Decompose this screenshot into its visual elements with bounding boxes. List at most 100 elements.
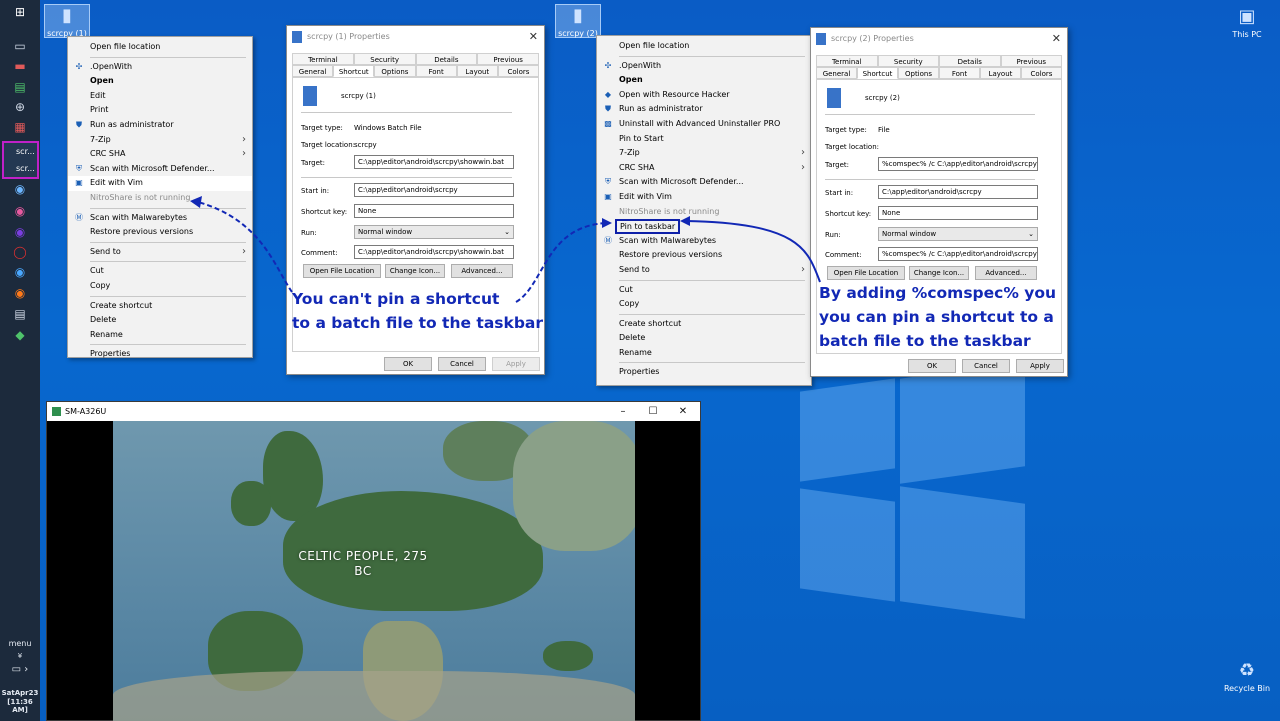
target-field[interactable]: C:\app\editor\android\scrcpy\showwin.bat [354, 155, 514, 169]
tray-icons[interactable]: ▭ › [0, 664, 40, 675]
tab-colors[interactable]: Colors [497, 65, 540, 77]
taskbar-menu-label[interactable]: menu [0, 639, 40, 648]
menu-item-restore-previous-versions[interactable]: Restore previous versions [68, 225, 252, 240]
comment-field[interactable]: C:\app\editor\android\scrcpy\showwin.bat [354, 245, 514, 259]
menu-item-run-as-administrator[interactable]: ⛊ Run as administrator [68, 118, 252, 133]
run-select[interactable]: Normal window ⌄ [878, 227, 1038, 241]
tab-font[interactable]: Font [415, 65, 457, 77]
ok-button[interactable]: OK [908, 359, 956, 373]
menu-item-send-to[interactable]: Send to › [597, 263, 811, 278]
menu-item-cut[interactable]: Cut [68, 264, 252, 279]
cancel-button[interactable]: Cancel [438, 357, 486, 371]
app-icon[interactable]: ◉ [11, 264, 29, 280]
close-icon[interactable]: ✕ [1052, 28, 1061, 50]
tab-security[interactable]: Security [877, 55, 939, 67]
menu-item-pin-to-start[interactable]: Pin to Start [597, 132, 811, 147]
apply-button[interactable]: Apply [492, 357, 540, 371]
menu-item-run-as-administrator[interactable]: ⛊ Run as administrator [597, 102, 811, 117]
tab-details[interactable]: Details [415, 53, 478, 65]
menu-item-rename[interactable]: Rename [597, 346, 811, 361]
tab-shortcut[interactable]: Shortcut [857, 67, 898, 79]
cancel-button[interactable]: Cancel [962, 359, 1010, 373]
menu-item-create-shortcut[interactable]: Create shortcut [597, 317, 811, 332]
menu-item-scan-with-microsoft-defender[interactable]: ⛨ Scan with Microsoft Defender... [597, 175, 811, 190]
tab-previous-versions[interactable]: Previous Versions [1000, 55, 1062, 78]
desktop-icon-scrcpy-2[interactable]: ▮ scrcpy (2) [555, 4, 601, 38]
open-file-location-button[interactable]: Open File Location [827, 266, 905, 280]
app-icon[interactable]: ◆ [11, 327, 29, 343]
menu-item-7-zip[interactable]: 7-Zip › [597, 146, 811, 161]
menu-item-scan-with-malwarebytes[interactable]: Ⓜ Scan with Malwarebytes [68, 211, 252, 226]
clock-date[interactable]: SatApr23 [0, 689, 40, 697]
menu-item-copy[interactable]: Copy [68, 279, 252, 294]
firefox-icon[interactable]: ◉ [11, 285, 29, 301]
clock-time[interactable]: [11:36 AM] [0, 698, 40, 714]
menu-item-edit-with-vim[interactable]: ▣ Edit with Vim [597, 190, 811, 205]
close-icon[interactable]: ✕ [668, 402, 698, 421]
open-file-location-button[interactable]: Open File Location [303, 264, 381, 278]
menu-item-openwith[interactable]: ✣ .OpenWith [68, 60, 252, 75]
menu-item-open-with-resource-hacker[interactable]: ◆ Open with Resource Hacker [597, 88, 811, 103]
taskbar-scrcpy-group[interactable]: scr... scr... [2, 141, 39, 179]
ok-button[interactable]: OK [384, 357, 432, 371]
app-icon[interactable]: ▬ [11, 58, 29, 74]
maximize-icon[interactable]: ☐ [638, 402, 668, 421]
app-icon[interactable]: ◉ [11, 224, 29, 240]
desktop-icon-recycle-bin[interactable]: ♻ Recycle Bin [1222, 660, 1272, 694]
menu-item-properties[interactable]: Properties [597, 365, 811, 380]
menu-item-create-shortcut[interactable]: Create shortcut [68, 299, 252, 314]
menu-item-scan-with-microsoft-defender[interactable]: ⛨ Scan with Microsoft Defender... [68, 162, 252, 177]
taskbar-item-scrcpy-2[interactable]: scr... [4, 160, 37, 177]
menu-item-print[interactable]: Print [68, 103, 252, 118]
run-select[interactable]: Normal window ⌄ [354, 225, 514, 239]
menu-item-open-file-location[interactable]: Open file location [597, 39, 811, 54]
tab-general[interactable]: General [816, 67, 857, 79]
menu-item-rename[interactable]: Rename [68, 328, 252, 343]
menu-item-properties[interactable]: Properties [68, 347, 252, 362]
desktop-icon-this-pc[interactable]: ▣ This PC [1224, 6, 1270, 40]
menu-item-cut[interactable]: Cut [597, 283, 811, 298]
app-icon[interactable]: ▦ [11, 119, 29, 135]
tab-security[interactable]: Security [353, 53, 416, 65]
menu-item-7-zip[interactable]: 7-Zip › [68, 133, 252, 148]
tab-font[interactable]: Font [939, 67, 980, 79]
chevron-down-icon[interactable]: ¥ [0, 652, 40, 660]
minimize-icon[interactable]: – [608, 402, 638, 421]
menu-item-delete[interactable]: Delete [68, 313, 252, 328]
menu-item-edit-with-vim[interactable]: ▣ Edit with Vim [68, 176, 252, 191]
tab-layout[interactable]: Layout [456, 65, 498, 77]
menu-item-crc-sha[interactable]: CRC SHA › [597, 161, 811, 176]
tab-terminal[interactable]: Terminal [816, 55, 878, 67]
window-icon[interactable]: ▭ [11, 38, 29, 54]
menu-item-scan-with-malwarebytes[interactable]: Ⓜ Scan with Malwarebytes [597, 234, 811, 249]
menu-item-restore-previous-versions[interactable]: Restore previous versions [597, 248, 811, 263]
tab-general[interactable]: General [292, 65, 334, 77]
tab-shortcut[interactable]: Shortcut [333, 65, 375, 77]
start-icon[interactable]: ⊞ [11, 4, 29, 20]
menu-item-pin-to-taskbar[interactable]: Pin to taskbar [597, 219, 811, 235]
advanced-button[interactable]: Advanced... [451, 264, 513, 278]
start-in-field[interactable]: C:\app\editor\android\scrcpy [878, 185, 1038, 199]
tab-terminal[interactable]: Terminal [292, 53, 354, 65]
advanced-button[interactable]: Advanced... [975, 266, 1037, 280]
menu-item-copy[interactable]: Copy [597, 297, 811, 312]
menu-item-delete[interactable]: Delete [597, 331, 811, 346]
apply-button[interactable]: Apply [1016, 359, 1064, 373]
tab-previous-versions[interactable]: Previous Versions [477, 53, 539, 76]
menu-item-open-file-location[interactable]: Open file location [68, 40, 252, 55]
menu-item-uninstall-with-advanced-uninstaller-pro[interactable]: ▩ Uninstall with Advanced Uninstaller PRO [597, 117, 811, 132]
desktop-icon-scrcpy-1[interactable]: ▮ scrcpy (1) [44, 4, 90, 38]
comment-field[interactable]: %comspec% /c C:\app\editor\android\scrcp… [878, 247, 1038, 261]
app-icon[interactable]: ◉ [11, 203, 29, 219]
app-icon[interactable]: ⊕ [11, 99, 29, 115]
opera-icon[interactable]: ◯ [11, 244, 29, 260]
menu-item-edit[interactable]: Edit [68, 89, 252, 104]
menu-item-send-to[interactable]: Send to › [68, 245, 252, 260]
europe-map-video[interactable]: CELTIC PEOPLE, 275 BC [113, 421, 635, 721]
tab-colors[interactable]: Colors [1021, 67, 1062, 79]
menu-item-crc-sha[interactable]: CRC SHA › [68, 147, 252, 162]
tab-options[interactable]: Options [898, 67, 939, 79]
app-icon[interactable]: ◉ [11, 181, 29, 197]
app-icon[interactable]: ▤ [11, 306, 29, 322]
tab-options[interactable]: Options [374, 65, 416, 77]
